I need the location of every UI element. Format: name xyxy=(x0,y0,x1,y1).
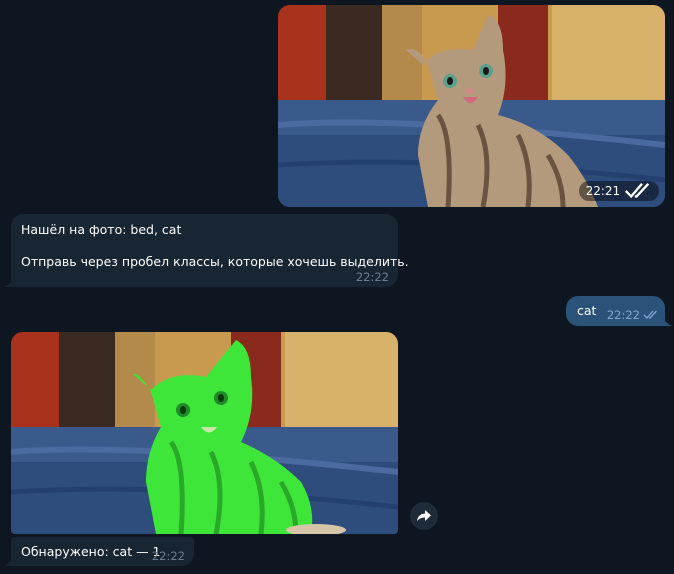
message-line-2: Отправь через пробел классы, которые хоч… xyxy=(21,254,409,269)
message-text: Обнаружено: cat — 1 xyxy=(21,544,161,559)
kitten-photo xyxy=(278,5,665,207)
message-line-1: Нашёл на фото: bed, cat xyxy=(21,222,182,237)
message-text: cat xyxy=(577,303,597,318)
double-check-icon xyxy=(625,183,650,199)
message-timestamp: 22:22 xyxy=(151,549,185,563)
forward-icon xyxy=(417,510,431,521)
bubble-tail xyxy=(4,556,14,566)
message-meta: 22:22 xyxy=(607,308,659,322)
segmented-kitten-photo xyxy=(11,332,398,534)
outgoing-text-message: cat 22:22 xyxy=(566,296,665,326)
forward-button[interactable] xyxy=(410,502,438,530)
incoming-result-message: Обнаружено: cat — 1 22:22 xyxy=(11,537,194,566)
double-check-icon xyxy=(643,310,657,319)
incoming-segmented-photo[interactable] xyxy=(11,332,398,534)
photo-timestamp: 22:21 xyxy=(578,181,659,201)
message-timestamp: 22:22 xyxy=(355,270,389,284)
time-label: 22:22 xyxy=(606,308,640,322)
bubble-tail xyxy=(4,277,14,287)
bubble-tail xyxy=(662,316,672,326)
outgoing-photo-message[interactable]: 22:21 xyxy=(278,5,665,207)
incoming-detection-message: Нашёл на фото: bed, cat Отправь через пр… xyxy=(11,214,409,287)
time-label: 22:21 xyxy=(585,184,621,198)
